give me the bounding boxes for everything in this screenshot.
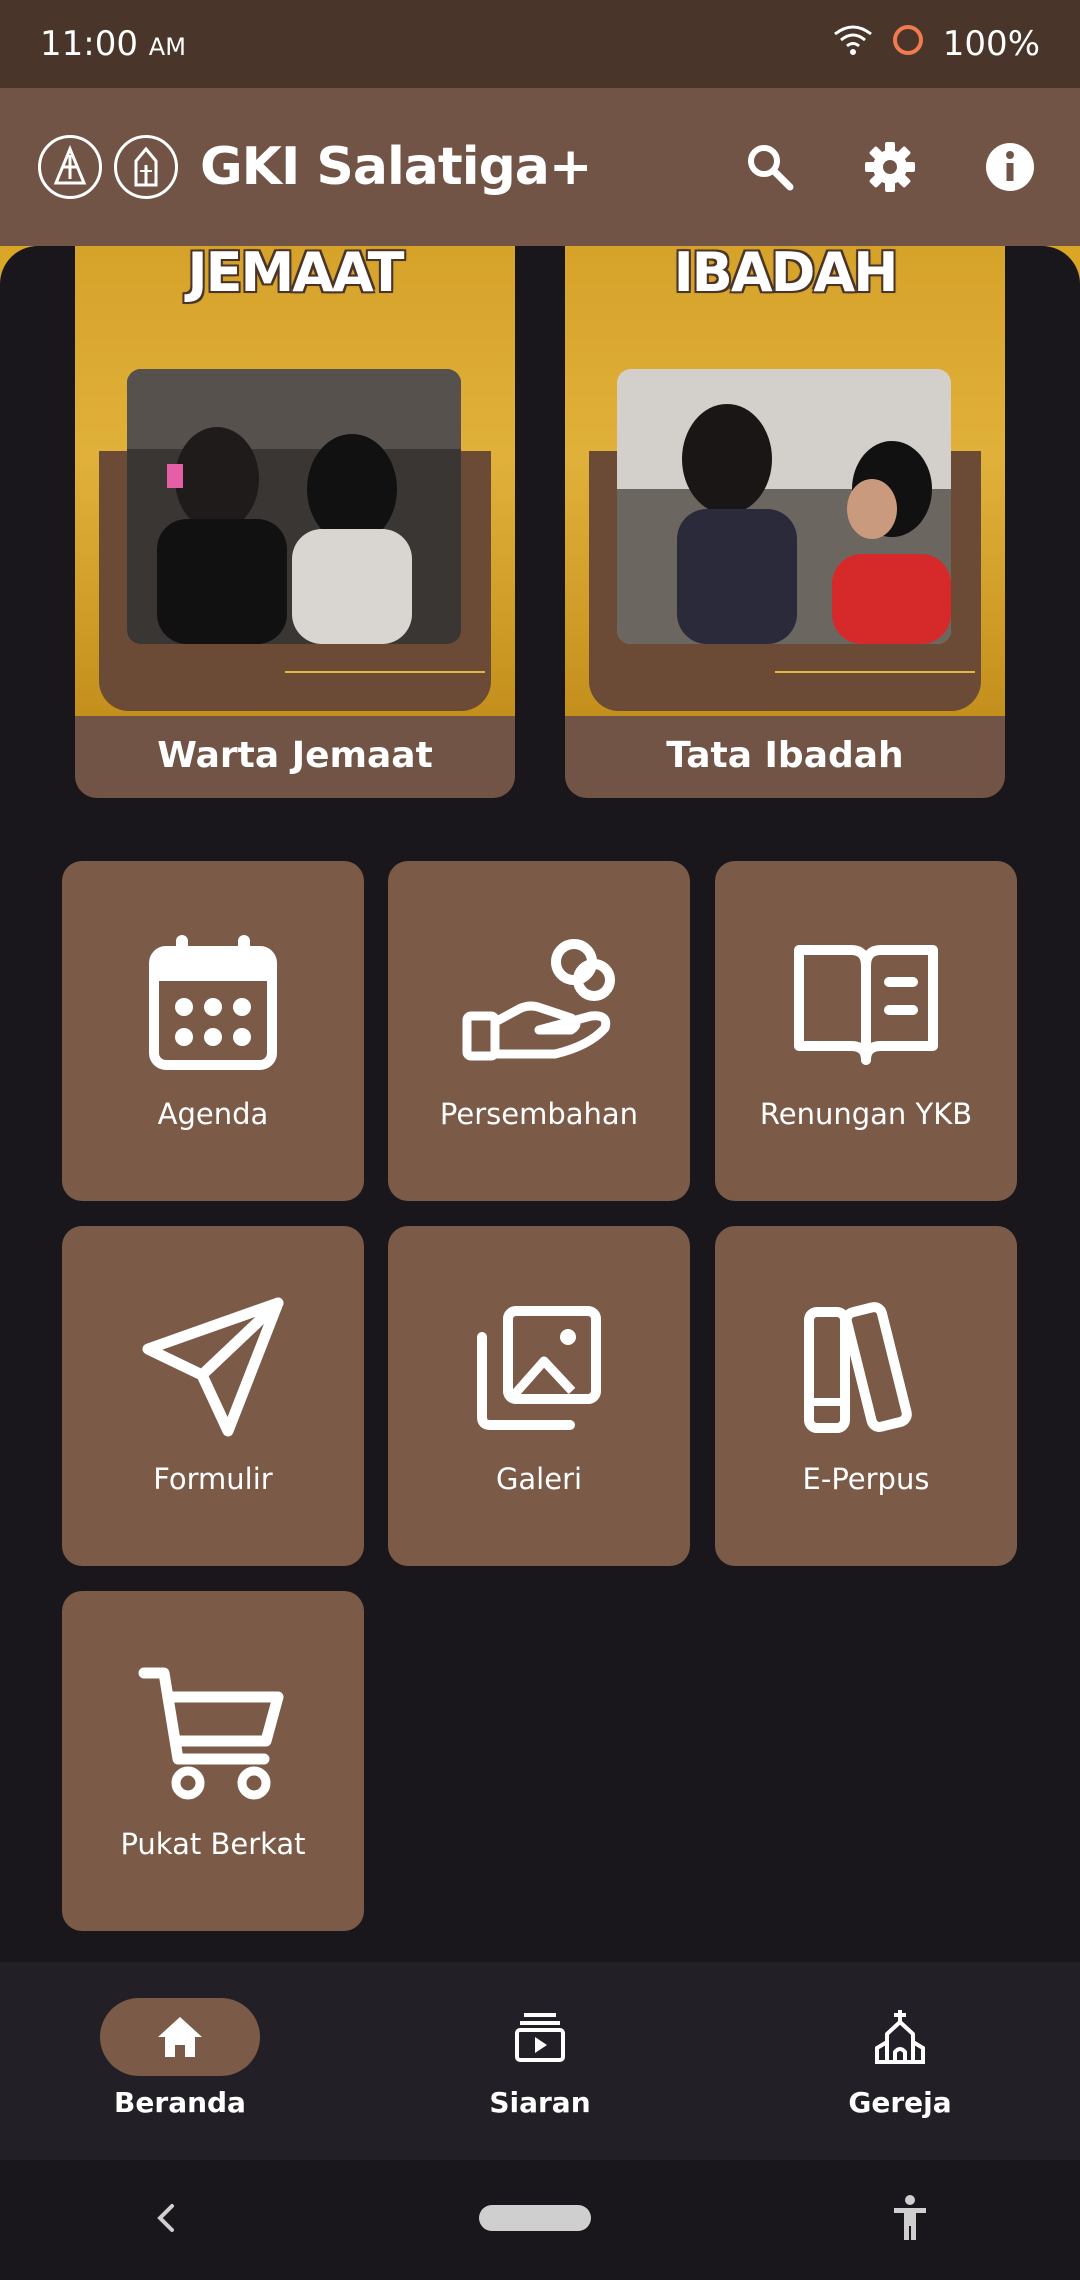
banner-art: JEMAAT	[75, 246, 515, 716]
menu-tile-agenda[interactable]: Agenda	[62, 861, 364, 1201]
menu-tile-renungan-ykb[interactable]: Renungan YKB	[715, 861, 1017, 1201]
cart-icon	[133, 1653, 293, 1813]
app-title: GKI Salatiga+	[200, 137, 592, 197]
home-content[interactable]: JEMAAT Warta Jemaat IBADAH Tata Ibadah A…	[0, 246, 1080, 1962]
send-icon	[133, 1288, 293, 1448]
nav-siaran[interactable]: Siaran	[360, 1962, 720, 2160]
tile-label: Formulir	[153, 1462, 273, 1496]
app-bar: GKI Salatiga+	[0, 88, 1080, 246]
status-time-value: 11:00	[40, 24, 138, 64]
menu-tile-persembahan[interactable]: Persembahan	[388, 861, 690, 1201]
app-bar-actions	[738, 135, 1042, 199]
offering-hand-icon	[459, 923, 619, 1083]
gear-icon[interactable]	[858, 135, 922, 199]
banner-photo	[617, 369, 951, 644]
banner-heading: IBADAH	[673, 246, 899, 304]
tile-label: E-Perpus	[802, 1462, 930, 1496]
menu-tile-formulir[interactable]: Formulir	[62, 1226, 364, 1566]
banner-tata-ibadah[interactable]: IBADAH Tata Ibadah	[565, 246, 1005, 798]
banner-label: Warta Jemaat	[157, 734, 433, 776]
nav-label: Siaran	[489, 2086, 591, 2119]
broadcast-icon	[460, 1998, 620, 2076]
info-icon[interactable]	[978, 135, 1042, 199]
status-ampm: AM	[148, 33, 186, 61]
books-icon	[786, 1288, 946, 1448]
banner-heading: JEMAAT	[187, 246, 405, 304]
banner-divider	[285, 671, 485, 673]
search-icon[interactable]	[738, 135, 802, 199]
menu-tile-galeri[interactable]: Galeri	[388, 1226, 690, 1566]
calendar-icon	[133, 923, 293, 1083]
banner-photo	[127, 369, 461, 644]
battery-level: 100%	[942, 24, 1040, 64]
banner-art: IBADAH	[565, 246, 1005, 716]
church-icon	[820, 1998, 980, 2076]
battery-saver-icon	[891, 23, 925, 66]
tile-label: Renungan YKB	[759, 1097, 973, 1131]
home-pill-icon[interactable]	[478, 2204, 591, 2236]
tile-label: Agenda	[157, 1097, 269, 1131]
banner-label: Tata Ibadah	[666, 734, 904, 776]
bottom-navigation: Beranda Siaran Gereja	[0, 1962, 1080, 2160]
gallery-icon	[459, 1288, 619, 1448]
home-icon	[100, 1998, 260, 2076]
nav-beranda[interactable]: Beranda	[0, 1962, 360, 2160]
church-logo-icon	[114, 135, 178, 199]
open-book-icon	[786, 923, 946, 1083]
nav-gereja[interactable]: Gereja	[720, 1962, 1080, 2160]
menu-tile-e-perpus[interactable]: E-Perpus	[715, 1226, 1017, 1566]
accessibility-icon[interactable]	[890, 2194, 930, 2247]
status-bar: 11:00 AM 100%	[0, 0, 1080, 88]
menu-tile-pukat-berkat[interactable]: Pukat Berkat	[62, 1591, 364, 1931]
nav-label: Beranda	[114, 2086, 246, 2119]
banner-warta-jemaat[interactable]: JEMAAT Warta Jemaat	[75, 246, 515, 798]
system-navigation-bar	[0, 2160, 1080, 2280]
wifi-icon	[833, 24, 873, 65]
tile-label: Galeri	[495, 1462, 583, 1496]
banner-divider	[775, 671, 975, 673]
tile-label: Pukat Berkat	[120, 1827, 306, 1861]
status-indicators: 100%	[833, 23, 1040, 66]
nav-label: Gereja	[848, 2086, 952, 2119]
tile-label: Persembahan	[439, 1097, 639, 1131]
back-icon[interactable]	[150, 2198, 180, 2243]
status-time: 11:00 AM	[40, 24, 186, 64]
gki-logo-icon	[38, 135, 102, 199]
